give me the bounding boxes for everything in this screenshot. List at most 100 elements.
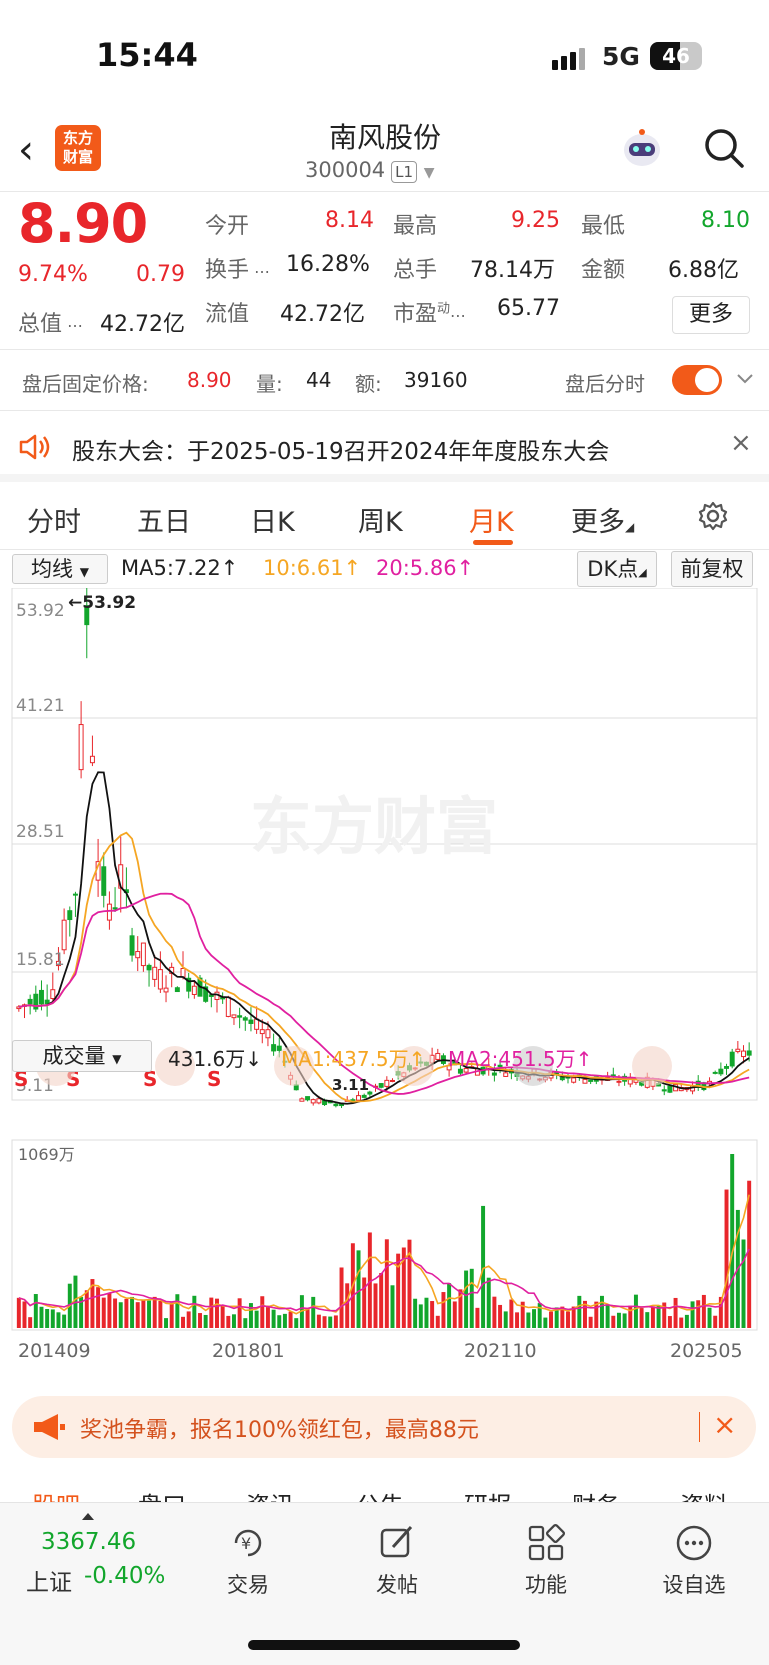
- volume-bar: [231, 1314, 236, 1328]
- fast-forward-icon[interactable]: [632, 1046, 672, 1086]
- index-value[interactable]: 3367.46: [41, 1529, 136, 1555]
- candle-body: [259, 1029, 265, 1035]
- function-button[interactable]: 功能: [496, 1523, 596, 1599]
- notice-bar[interactable]: 股东大会：于2025-05-19召开2024年年度股东大会 ×: [0, 412, 769, 482]
- more-button[interactable]: 更多: [672, 296, 750, 334]
- volume-selector[interactable]: 成交量 ▼: [12, 1040, 152, 1072]
- candle-body: [163, 987, 169, 993]
- volume-ma-lines: [18, 1194, 750, 1315]
- volume-bar: [588, 1316, 593, 1328]
- volume-bar: [492, 1296, 497, 1328]
- promo-banner[interactable]: 奖池争霸，报名100%领红包，最高88元 ×: [12, 1396, 756, 1458]
- volume-bar: [622, 1313, 627, 1328]
- tab-finance[interactable]: 财务: [572, 1486, 620, 1502]
- network-type: 5G: [602, 42, 640, 71]
- after-hours-toggle[interactable]: [672, 365, 722, 395]
- promo-close-icon[interactable]: ×: [713, 1408, 736, 1441]
- volume-bar: [384, 1239, 389, 1328]
- caret-up-icon[interactable]: [82, 1513, 94, 1520]
- volume-bar: [22, 1301, 27, 1328]
- post-button[interactable]: 发帖: [347, 1523, 447, 1599]
- low-label: 最低: [581, 214, 626, 239]
- tab-weekly-k[interactable]: 周K: [358, 500, 403, 539]
- after-hours-toggle-label: 盘后分时: [565, 372, 645, 396]
- search-icon[interactable]: [702, 126, 746, 170]
- after-hours-amt: 39160: [404, 368, 468, 392]
- tab-5day[interactable]: 五日: [137, 500, 191, 539]
- tab-daily-k[interactable]: 日K: [250, 500, 295, 539]
- candle-body: [78, 724, 84, 771]
- volume-bar: [169, 1302, 174, 1328]
- candle-body: [67, 910, 73, 921]
- volume-bar: [362, 1277, 367, 1328]
- kline-chart[interactable]: 东方财富 53.92 41.21 28.51 15.81 3.11 ←53.92…: [0, 557, 769, 1378]
- tab-intraday[interactable]: 分时: [27, 500, 81, 539]
- back-icon[interactable]: ‹: [18, 128, 48, 172]
- volume-bar: [265, 1305, 270, 1328]
- watermark: 东方财富: [250, 790, 498, 863]
- volume-bar: [209, 1297, 214, 1328]
- candle-body: [231, 1014, 237, 1019]
- mktcap-label[interactable]: 总值 ⋯: [18, 306, 83, 338]
- volume-bar: [33, 1294, 38, 1328]
- volume-bar: [215, 1298, 219, 1328]
- volume-bar: [147, 1300, 152, 1328]
- volume-value: 78.14万: [470, 258, 555, 283]
- stock-name: 南风股份: [328, 121, 441, 154]
- tab-announce[interactable]: 公告: [356, 1486, 404, 1502]
- volume-bar: [237, 1298, 242, 1328]
- turnover-label[interactable]: 换手 ⋯: [205, 252, 270, 284]
- tab-more[interactable]: 更多◢: [571, 500, 634, 539]
- stock-code[interactable]: 300004 L1 ▼: [305, 158, 435, 183]
- candle-body: [435, 1052, 441, 1060]
- candle-body: [310, 1099, 316, 1104]
- after-hours-vol: 44: [306, 368, 332, 392]
- tab-news[interactable]: 资讯: [246, 1486, 294, 1502]
- y-label-3: 28.51: [16, 822, 65, 842]
- after-hours-amt-label: 额:: [355, 372, 382, 396]
- high-value: 9.25: [511, 208, 560, 233]
- volume-bar: [62, 1314, 67, 1328]
- tab-guba[interactable]: 股吧: [32, 1486, 80, 1502]
- adjust-button[interactable]: 前复权: [671, 551, 753, 587]
- volume-bar: [707, 1307, 712, 1328]
- float-value: 42.72亿: [280, 302, 365, 327]
- candle-body: [174, 987, 180, 993]
- after-hours-label: 盘后固定价格:: [22, 372, 149, 396]
- ma-selector[interactable]: 均线 ▼: [12, 554, 108, 584]
- add-watchlist-button[interactable]: 设自选: [644, 1523, 744, 1599]
- candle-body: [225, 996, 231, 1017]
- dk-point-button[interactable]: DK点◢: [577, 551, 657, 587]
- candle-body: [180, 968, 186, 978]
- chevron-down-icon[interactable]: [736, 372, 754, 386]
- gear-icon[interactable]: [697, 500, 729, 532]
- candle-body: [112, 907, 118, 910]
- volume-bar: [741, 1239, 746, 1328]
- volume-bar: [56, 1312, 61, 1328]
- volume-bar: [373, 1283, 378, 1328]
- candle-body: [491, 1072, 497, 1076]
- assistant-robot-icon[interactable]: [620, 126, 664, 170]
- close-icon[interactable]: ×: [730, 428, 752, 458]
- y-label-2: 41.21: [16, 696, 65, 716]
- volume-bar: [486, 1277, 491, 1328]
- tab-research[interactable]: 研报: [464, 1486, 512, 1502]
- candle-body: [38, 989, 44, 1005]
- candle-body: [50, 989, 56, 1000]
- y-label-top: 53.92: [16, 601, 65, 621]
- candle-body: [152, 966, 158, 980]
- candle-body: [378, 1083, 384, 1088]
- tab-pankou[interactable]: 盘口: [138, 1486, 186, 1502]
- tab-profile[interactable]: 资料: [680, 1486, 728, 1502]
- volume-bar: [639, 1308, 644, 1328]
- trade-button[interactable]: ¥ 交易: [198, 1523, 298, 1599]
- volume-bar: [271, 1309, 276, 1328]
- volume-bar: [441, 1292, 446, 1328]
- mktcap-value: 42.72亿: [100, 312, 185, 337]
- volume-bar: [254, 1310, 259, 1328]
- after-hours-price: 8.90: [187, 368, 232, 392]
- more-dots-icon: [676, 1525, 712, 1561]
- pe-label[interactable]: 市盈动⋯: [393, 296, 466, 328]
- tab-monthly-k[interactable]: 月K: [469, 500, 514, 539]
- volume-bar: [616, 1312, 621, 1328]
